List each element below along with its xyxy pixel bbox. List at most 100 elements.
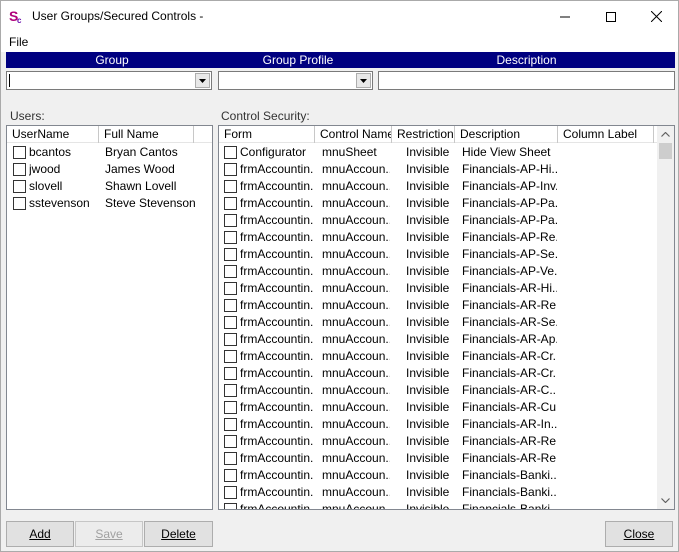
users-list[interactable]: UserName Full Name bcantos Bryan Cantos jw… bbox=[6, 125, 213, 510]
table-row[interactable]: frmAccountin... mnuAccoun... Invisible Fina… bbox=[219, 467, 674, 484]
table-row[interactable]: sstevenson Steve Stevenson bbox=[7, 195, 212, 212]
row-checkbox[interactable] bbox=[224, 197, 237, 210]
add-button[interactable]: Add bbox=[6, 521, 74, 547]
description-input[interactable] bbox=[378, 71, 675, 90]
title-bar[interactable]: S c User Groups/Secured Controls - bbox=[1, 1, 678, 32]
scroll-down-button[interactable] bbox=[657, 492, 674, 509]
scroll-up-button[interactable] bbox=[657, 126, 674, 143]
row-checkbox[interactable] bbox=[224, 367, 237, 380]
minimize-button[interactable] bbox=[542, 1, 588, 32]
row-checkbox[interactable] bbox=[224, 486, 237, 499]
row-checkbox[interactable] bbox=[224, 282, 237, 295]
table-row[interactable]: frmAccountin... mnuAccoun... Invisible Fina… bbox=[219, 161, 674, 178]
column-header-description[interactable]: Description bbox=[455, 126, 558, 143]
table-row[interactable]: frmAccountin... mnuAccoun... Invisible Fina… bbox=[219, 365, 674, 382]
row-checkbox[interactable] bbox=[13, 146, 26, 159]
control-security-list[interactable]: Form Control Name Restriction Descriptio… bbox=[218, 125, 675, 510]
menu-file[interactable]: File bbox=[9, 35, 28, 49]
column-header-restriction[interactable]: Restriction bbox=[392, 126, 455, 143]
table-row[interactable]: frmAccountin... mnuAccoun... Invisible Fina… bbox=[219, 433, 674, 450]
column-header-control-name[interactable]: Control Name bbox=[315, 126, 392, 143]
column-header-fullname[interactable]: Full Name bbox=[99, 126, 194, 143]
save-button-label: Save bbox=[95, 527, 123, 541]
description-cell: Financials-AR-C... bbox=[462, 383, 557, 397]
control-name-cell: mnuAccoun... bbox=[322, 230, 390, 244]
column-header-form[interactable]: Form bbox=[219, 126, 315, 143]
table-row[interactable]: frmAccountin... mnuAccoun... Invisible Fina… bbox=[219, 229, 674, 246]
row-checkbox[interactable] bbox=[224, 299, 237, 312]
table-row[interactable]: frmAccountin... mnuAccoun... Invisible Fina… bbox=[219, 195, 674, 212]
form-cell: frmAccountin... bbox=[240, 502, 314, 510]
delete-button[interactable]: Delete bbox=[144, 521, 213, 547]
window-close-button[interactable] bbox=[633, 1, 678, 32]
maximize-button[interactable] bbox=[588, 1, 634, 32]
group-combo[interactable] bbox=[6, 71, 212, 90]
row-checkbox[interactable] bbox=[13, 163, 26, 176]
row-checkbox[interactable] bbox=[224, 350, 237, 363]
row-checkbox[interactable] bbox=[224, 435, 237, 448]
table-row[interactable]: frmAccountin... mnuAccoun... Invisible Fina… bbox=[219, 484, 674, 501]
row-checkbox[interactable] bbox=[224, 231, 237, 244]
control-security-label: Control Security: bbox=[221, 109, 310, 123]
control-name-cell: mnuAccoun... bbox=[322, 213, 390, 227]
table-row[interactable]: slovell Shawn Lovell bbox=[7, 178, 212, 195]
add-button-label: Add bbox=[29, 527, 51, 541]
row-checkbox[interactable] bbox=[224, 333, 237, 346]
row-checkbox[interactable] bbox=[224, 384, 237, 397]
close-button[interactable]: Close bbox=[605, 521, 673, 547]
restriction-cell: Invisible bbox=[406, 332, 450, 346]
row-checkbox[interactable] bbox=[224, 452, 237, 465]
form-cell: frmAccountin... bbox=[240, 213, 314, 227]
restriction-cell: Invisible bbox=[406, 213, 450, 227]
table-row[interactable]: frmAccountin... mnuAccoun... Invisible Fina… bbox=[219, 263, 674, 280]
group-profile-combo[interactable] bbox=[218, 71, 373, 90]
row-checkbox[interactable] bbox=[224, 503, 237, 509]
row-checkbox[interactable] bbox=[224, 163, 237, 176]
row-checkbox[interactable] bbox=[224, 265, 237, 278]
row-checkbox[interactable] bbox=[224, 214, 237, 227]
table-row[interactable]: frmAccountin... mnuAccoun... Invisible Fina… bbox=[219, 348, 674, 365]
table-row[interactable]: frmAccountin... mnuAccoun... Invisible Fina… bbox=[219, 297, 674, 314]
scrollbar-thumb[interactable] bbox=[659, 143, 672, 159]
control-name-cell: mnuAccoun... bbox=[322, 485, 390, 499]
group-profile-combo-dropdown[interactable] bbox=[356, 73, 371, 88]
restriction-cell: Invisible bbox=[406, 400, 450, 414]
users-list-header: UserName Full Name bbox=[7, 126, 212, 143]
row-checkbox[interactable] bbox=[13, 197, 26, 210]
group-combo-dropdown[interactable] bbox=[195, 73, 210, 88]
table-row[interactable]: frmAccountin... mnuAccoun... Invisible Fina… bbox=[219, 178, 674, 195]
table-row[interactable]: frmAccountin... mnuAccoun... Invisible Fina… bbox=[219, 501, 674, 510]
table-row[interactable]: frmAccountin... mnuAccoun... Invisible Fina… bbox=[219, 399, 674, 416]
svg-text:c: c bbox=[17, 16, 22, 24]
restriction-cell: Invisible bbox=[406, 179, 450, 193]
control-name-cell: mnuAccoun... bbox=[322, 366, 390, 380]
control-security-scrollbar[interactable] bbox=[657, 126, 674, 509]
column-header-column-label[interactable]: Column Label bbox=[558, 126, 654, 143]
control-security-list-header: Form Control Name Restriction Descriptio… bbox=[219, 126, 674, 143]
table-row[interactable]: jwood James Wood bbox=[7, 161, 212, 178]
table-row[interactable]: frmAccountin... mnuAccoun... Invisible Fina… bbox=[219, 314, 674, 331]
row-checkbox[interactable] bbox=[224, 146, 237, 159]
table-row[interactable]: frmAccountin... mnuAccoun... Invisible Fina… bbox=[219, 382, 674, 399]
row-checkbox[interactable] bbox=[224, 180, 237, 193]
table-row[interactable]: frmAccountin... mnuAccoun... Invisible Fina… bbox=[219, 331, 674, 348]
row-checkbox[interactable] bbox=[224, 418, 237, 431]
row-checkbox[interactable] bbox=[224, 316, 237, 329]
row-checkbox[interactable] bbox=[224, 248, 237, 261]
save-button[interactable]: Save bbox=[75, 521, 143, 547]
table-row[interactable]: Configurator mnuSheet Invisible Hide View S… bbox=[219, 144, 674, 161]
table-row[interactable]: frmAccountin... mnuAccoun... Invisible Fina… bbox=[219, 212, 674, 229]
table-row[interactable]: frmAccountin... mnuAccoun... Invisible Fina… bbox=[219, 450, 674, 467]
table-row[interactable]: frmAccountin... mnuAccoun... Invisible Fina… bbox=[219, 246, 674, 263]
control-name-cell: mnuAccoun... bbox=[322, 179, 390, 193]
control-name-cell: mnuAccoun... bbox=[322, 451, 390, 465]
row-checkbox[interactable] bbox=[13, 180, 26, 193]
table-row[interactable]: frmAccountin... mnuAccoun... Invisible Fina… bbox=[219, 280, 674, 297]
row-checkbox[interactable] bbox=[224, 469, 237, 482]
column-header-username[interactable]: UserName bbox=[7, 126, 99, 143]
table-row[interactable]: frmAccountin... mnuAccoun... Invisible Fina… bbox=[219, 416, 674, 433]
description-cell: Financials-AR-In... bbox=[462, 417, 557, 431]
description-cell: Hide View Sheet bbox=[462, 145, 551, 159]
row-checkbox[interactable] bbox=[224, 401, 237, 414]
table-row[interactable]: bcantos Bryan Cantos bbox=[7, 144, 212, 161]
